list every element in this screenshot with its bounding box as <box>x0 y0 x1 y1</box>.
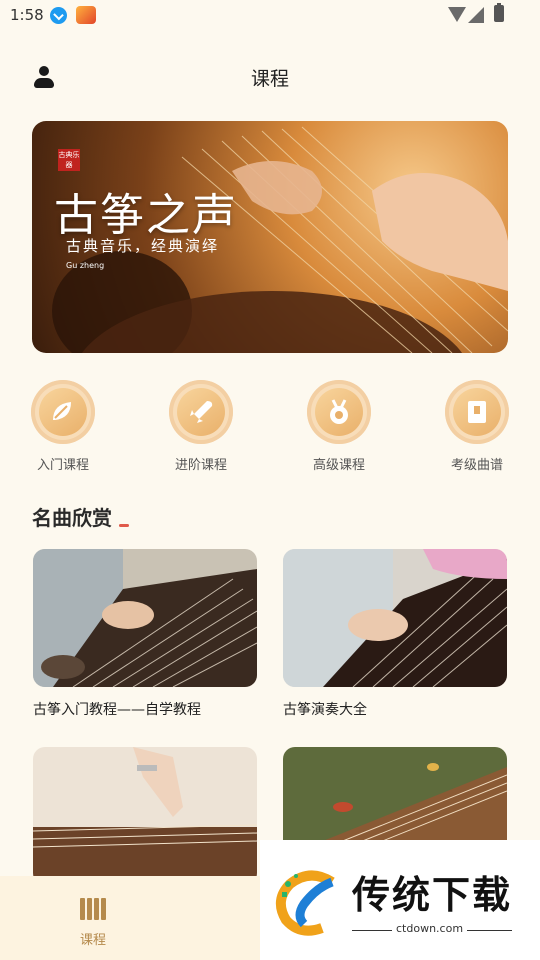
status-bar: 1:58 <box>0 0 540 32</box>
category-circle <box>31 380 95 444</box>
banner-subtitle: 古典音乐，经典演绎 <box>66 237 220 255</box>
battery-icon <box>494 3 504 22</box>
card-title: 古筝入门教程——自学教程 <box>33 702 201 718</box>
category-exam[interactable]: 考级曲谱 <box>437 380 517 473</box>
wifi-icon <box>448 7 466 22</box>
watermark-logo <box>275 870 335 936</box>
category-label: 进阶课程 <box>174 458 227 473</box>
card-thumbnail <box>283 549 507 687</box>
section-title: 名曲欣赏 <box>32 506 112 530</box>
watermark-url: ctdown.com <box>392 922 468 935</box>
card-thumbnail <box>33 747 257 885</box>
download-icon <box>50 7 67 24</box>
books-icon[interactable] <box>80 898 106 920</box>
banner-title: 古筝之声 <box>54 190 238 241</box>
page-title: 课程 <box>250 68 289 90</box>
watermark: 传统下载 ctdown.com <box>260 840 540 960</box>
category-label: 高级课程 <box>312 458 365 473</box>
banner-seal: 古典乐器 <box>58 149 80 171</box>
category-circle <box>445 380 509 444</box>
song-card[interactable]: 古筝演奏大全 <box>283 549 507 719</box>
nav-item-course[interactable]: 课程 <box>80 929 106 948</box>
card-thumbnail <box>33 549 257 687</box>
song-card[interactable]: 古筝入门教程——自学教程 <box>33 549 257 719</box>
medal-icon <box>330 399 348 424</box>
rocket-icon <box>190 401 213 423</box>
category-advanced[interactable]: 进阶课程 <box>161 380 241 473</box>
card-title: 古筝演奏大全 <box>283 702 367 718</box>
category-label: 入门课程 <box>36 458 89 473</box>
header: 课程 <box>0 56 540 100</box>
section-title-accent <box>119 524 129 527</box>
app-notification-icon <box>76 6 96 24</box>
song-card[interactable] <box>33 747 257 897</box>
signal-icon <box>468 7 484 23</box>
banner[interactable]: 古典乐器 古筝之声 古典音乐，经典演绎 Gu zheng <box>32 121 508 353</box>
banner-pinyin: Gu zheng <box>66 261 105 270</box>
book-icon <box>468 401 486 423</box>
category-beginner[interactable]: 入门课程 <box>23 380 103 473</box>
status-time: 1:58 <box>10 6 44 24</box>
category-expert[interactable]: 高级课程 <box>299 380 379 473</box>
category-circle <box>307 380 371 444</box>
watermark-title: 传统下载 <box>352 873 513 917</box>
category-circle <box>169 380 233 444</box>
leaf-icon <box>53 402 71 420</box>
category-label: 考级曲谱 <box>450 458 503 473</box>
